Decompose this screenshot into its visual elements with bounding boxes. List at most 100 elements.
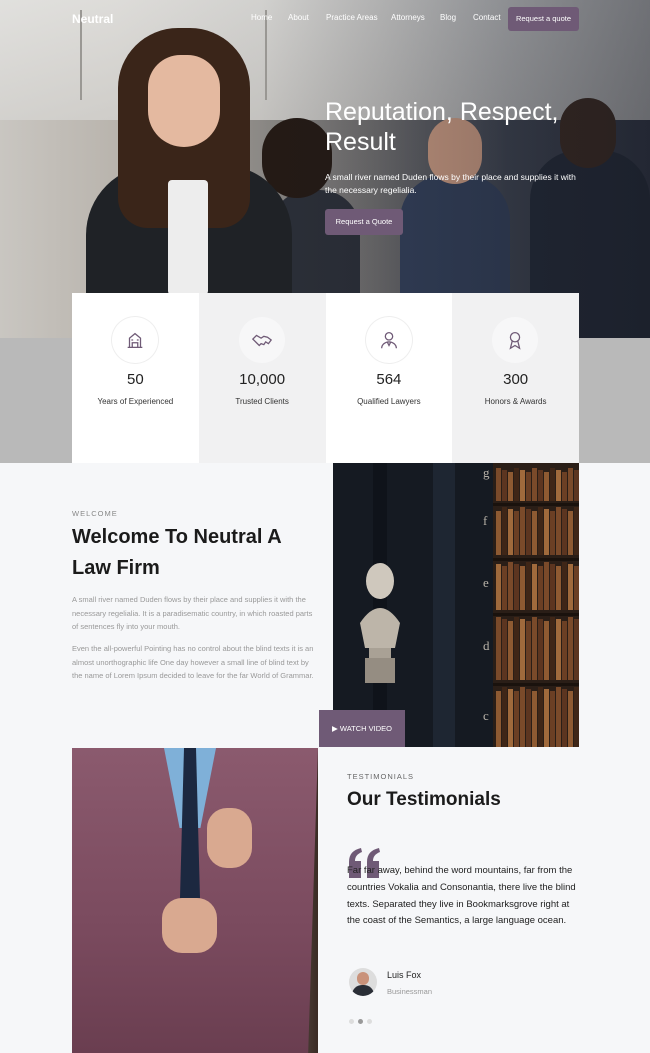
- book: [538, 507, 543, 555]
- book: [532, 468, 537, 501]
- book: [532, 511, 537, 555]
- book: [544, 562, 549, 610]
- stat-label: Qualified Lawyers: [357, 397, 421, 406]
- book: [502, 566, 507, 610]
- nav-link-contact[interactable]: Contact: [473, 13, 501, 22]
- shelf: [493, 503, 579, 506]
- top-navigation: Neutral Home About Practice Areas Attorn…: [0, 7, 650, 31]
- nav-link-practice-areas[interactable]: Practice Areas: [326, 13, 378, 22]
- shelf-letter: d: [483, 638, 490, 653]
- book: [514, 617, 519, 680]
- building-icon: [112, 317, 158, 363]
- stat-value: 50: [127, 371, 144, 388]
- avatar-head: [357, 972, 369, 985]
- book: [520, 470, 525, 501]
- carousel-dot-active[interactable]: [358, 1019, 363, 1024]
- award-icon: [492, 317, 539, 363]
- book: [562, 562, 567, 610]
- book: [574, 507, 579, 555]
- book: [514, 691, 519, 747]
- shelf: [493, 683, 579, 686]
- welcome-paragraph: Even the all-powerful Pointing has no co…: [72, 644, 314, 680]
- book: [568, 468, 573, 501]
- nav-link-attorneys[interactable]: Attorneys: [391, 13, 425, 22]
- stat-card-clients: 10,000 Trusted Clients: [198, 293, 326, 463]
- nav-link-about[interactable]: About: [288, 13, 309, 22]
- testimonial-quote: Far far away, behind the word mountains,…: [347, 865, 576, 927]
- play-icon: ▶: [332, 724, 338, 733]
- book: [550, 564, 555, 610]
- stat-value: 564: [376, 371, 402, 388]
- book: [550, 511, 555, 555]
- stat-label: Honors & Awards: [484, 397, 547, 406]
- book: [520, 687, 525, 747]
- watch-video-label: WATCH VIDEO: [339, 724, 392, 733]
- book: [562, 689, 567, 747]
- book: [520, 507, 525, 555]
- book: [496, 617, 501, 680]
- nav-link-home[interactable]: Home: [251, 13, 272, 22]
- carousel-dot[interactable]: [367, 1019, 372, 1024]
- book: [520, 619, 525, 680]
- testimonials-title: Our Testimonials: [347, 789, 501, 810]
- shelf: [493, 613, 579, 616]
- avatar: [349, 968, 377, 996]
- lawyer-icon: [365, 317, 412, 363]
- book: [508, 472, 513, 501]
- book: [556, 566, 561, 610]
- testimonial-role: Businessman: [387, 987, 433, 996]
- watch-video-button[interactable]: ▶ WATCH VIDEO: [319, 710, 405, 747]
- book: [526, 621, 531, 680]
- stats-row: 50 Years of Experienced 10,000 Trusted C…: [72, 293, 579, 463]
- hero-main-person-face: [148, 55, 220, 147]
- book: [550, 691, 555, 747]
- handshake-icon: [238, 317, 285, 363]
- testimonial-image: [72, 748, 318, 1053]
- book: [562, 472, 567, 501]
- hero-title: Reputation, Respect, Result: [325, 98, 559, 156]
- stat-value: 300: [503, 371, 529, 388]
- book: [544, 621, 549, 680]
- book: [526, 472, 531, 501]
- book: [538, 619, 543, 680]
- book: [574, 687, 579, 747]
- nav-request-quote-button[interactable]: Request a quote: [508, 7, 579, 31]
- book: [526, 689, 531, 747]
- book: [562, 509, 567, 555]
- hero-request-quote-button[interactable]: Request a Quote: [325, 209, 403, 235]
- book: [496, 468, 501, 501]
- statue-bust: [360, 563, 400, 683]
- welcome-paragraph: A small river named Duden flows by their…: [72, 595, 313, 631]
- book: [502, 619, 507, 680]
- book: [508, 562, 513, 610]
- book: [532, 564, 537, 610]
- book: [574, 619, 579, 680]
- book: [502, 687, 507, 747]
- nav-link-blog[interactable]: Blog: [440, 13, 456, 22]
- book: [502, 470, 507, 501]
- stat-label: Trusted Clients: [235, 397, 289, 406]
- book: [538, 566, 543, 610]
- shelf: [493, 558, 579, 561]
- book: [532, 617, 537, 680]
- carousel-dot[interactable]: [349, 1019, 354, 1024]
- shelf-letter: c: [483, 708, 489, 723]
- book: [568, 564, 573, 610]
- avatar-body: [352, 985, 374, 996]
- testimonial-author: Luis Fox: [387, 970, 422, 980]
- book: [550, 468, 555, 501]
- brand-logo[interactable]: Neutral: [72, 12, 113, 26]
- welcome-title: Welcome To Neutral A Law Firm: [72, 526, 281, 579]
- book: [550, 617, 555, 680]
- stat-card-lawyers: 564 Qualified Lawyers: [325, 293, 453, 463]
- hero-main-person-shirt: [168, 180, 208, 295]
- book: [544, 689, 549, 747]
- book: [556, 470, 561, 501]
- book: [574, 470, 579, 501]
- shelf-letter: f: [483, 513, 488, 528]
- book: [538, 470, 543, 501]
- shelf-letter: e: [483, 575, 489, 590]
- stat-label: Years of Experienced: [97, 397, 174, 406]
- welcome-eyebrow: WELCOME: [72, 509, 118, 518]
- book: [496, 511, 501, 555]
